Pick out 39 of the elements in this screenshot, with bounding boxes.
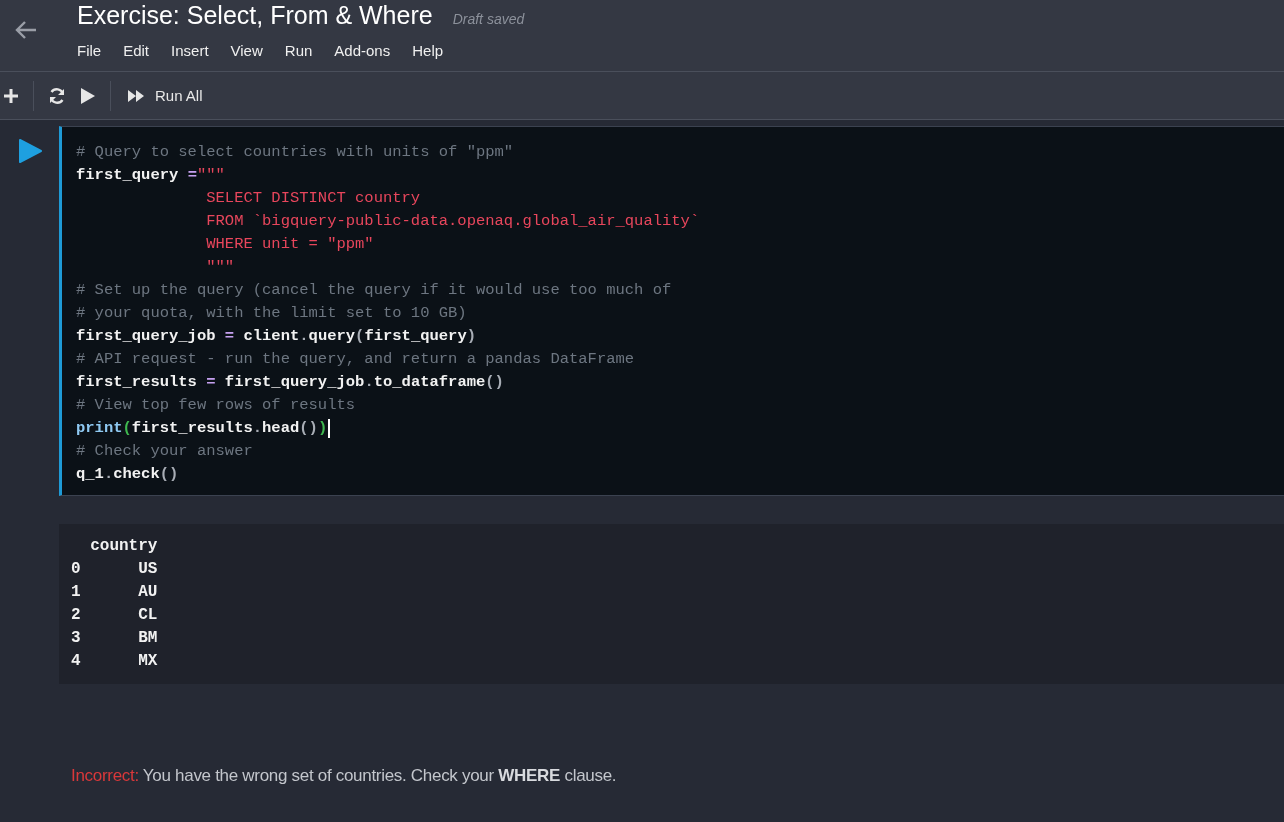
result-status: Incorrect: <box>71 766 139 786</box>
code-line: first_results = first_query_job.to_dataframe() <box>76 372 504 393</box>
output-line: 3 BM <box>71 628 158 649</box>
output-line: 1 AU <box>71 582 158 603</box>
run-cell-icon[interactable] <box>17 138 42 164</box>
code-line: # your quota, with the limit set to 10 GB) <box>76 303 467 324</box>
code-line: # View top few rows of results <box>76 395 356 416</box>
menu-item[interactable]: View <box>230 39 263 62</box>
output-line: 2 CL <box>71 605 158 626</box>
menu-item[interactable]: Help <box>412 39 444 62</box>
code-line: first_query_job = client.query(first_query) <box>76 326 477 347</box>
code-line: # API request - run the query, and return a pandas DataFrame <box>76 349 635 370</box>
menu-item[interactable]: File <box>77 39 102 62</box>
menu-item[interactable]: Insert <box>171 39 209 62</box>
menu-item[interactable]: Add-ons <box>334 39 391 62</box>
code-line: first_query =""" <box>76 165 225 186</box>
code-line: print(first_results.head()) <box>76 418 330 440</box>
menu-item[interactable]: Edit <box>123 39 150 62</box>
save-status: Draft saved <box>452 11 525 27</box>
add-icon[interactable] <box>3 87 19 104</box>
code-line: """ <box>205 257 235 278</box>
code-line: WHERE unit = "ppm" <box>205 234 374 255</box>
refresh-icon[interactable] <box>48 86 66 105</box>
code-line: q_1.check() <box>76 464 179 485</box>
feedback-message: You have the wrong set of countries. Check your WHERE clause. <box>142 766 617 786</box>
menu-item[interactable]: Run <box>284 39 313 62</box>
back-arrow-icon[interactable] <box>14 20 38 40</box>
output-line: 4 MX <box>71 651 158 672</box>
code-line: SELECT DISTINCT country <box>205 188 421 209</box>
code-line: FROM `bigquery-public-data.openaq.global_air_quality` <box>205 211 700 232</box>
code-line: # Query to select countries with units of "ppm" <box>76 142 514 163</box>
output-line: 0 US <box>71 559 158 580</box>
code-line: # Set up the query (cancel the query if it would use too much of <box>76 280 672 301</box>
run-all-button[interactable]: Run All <box>125 83 205 108</box>
fast-forward-icon <box>127 88 145 103</box>
notebook-title: Exercise: Select, From & Where <box>77 0 433 30</box>
code-line: # Check your answer <box>76 441 253 462</box>
output-line: country <box>89 536 158 557</box>
play-icon[interactable] <box>80 86 96 105</box>
